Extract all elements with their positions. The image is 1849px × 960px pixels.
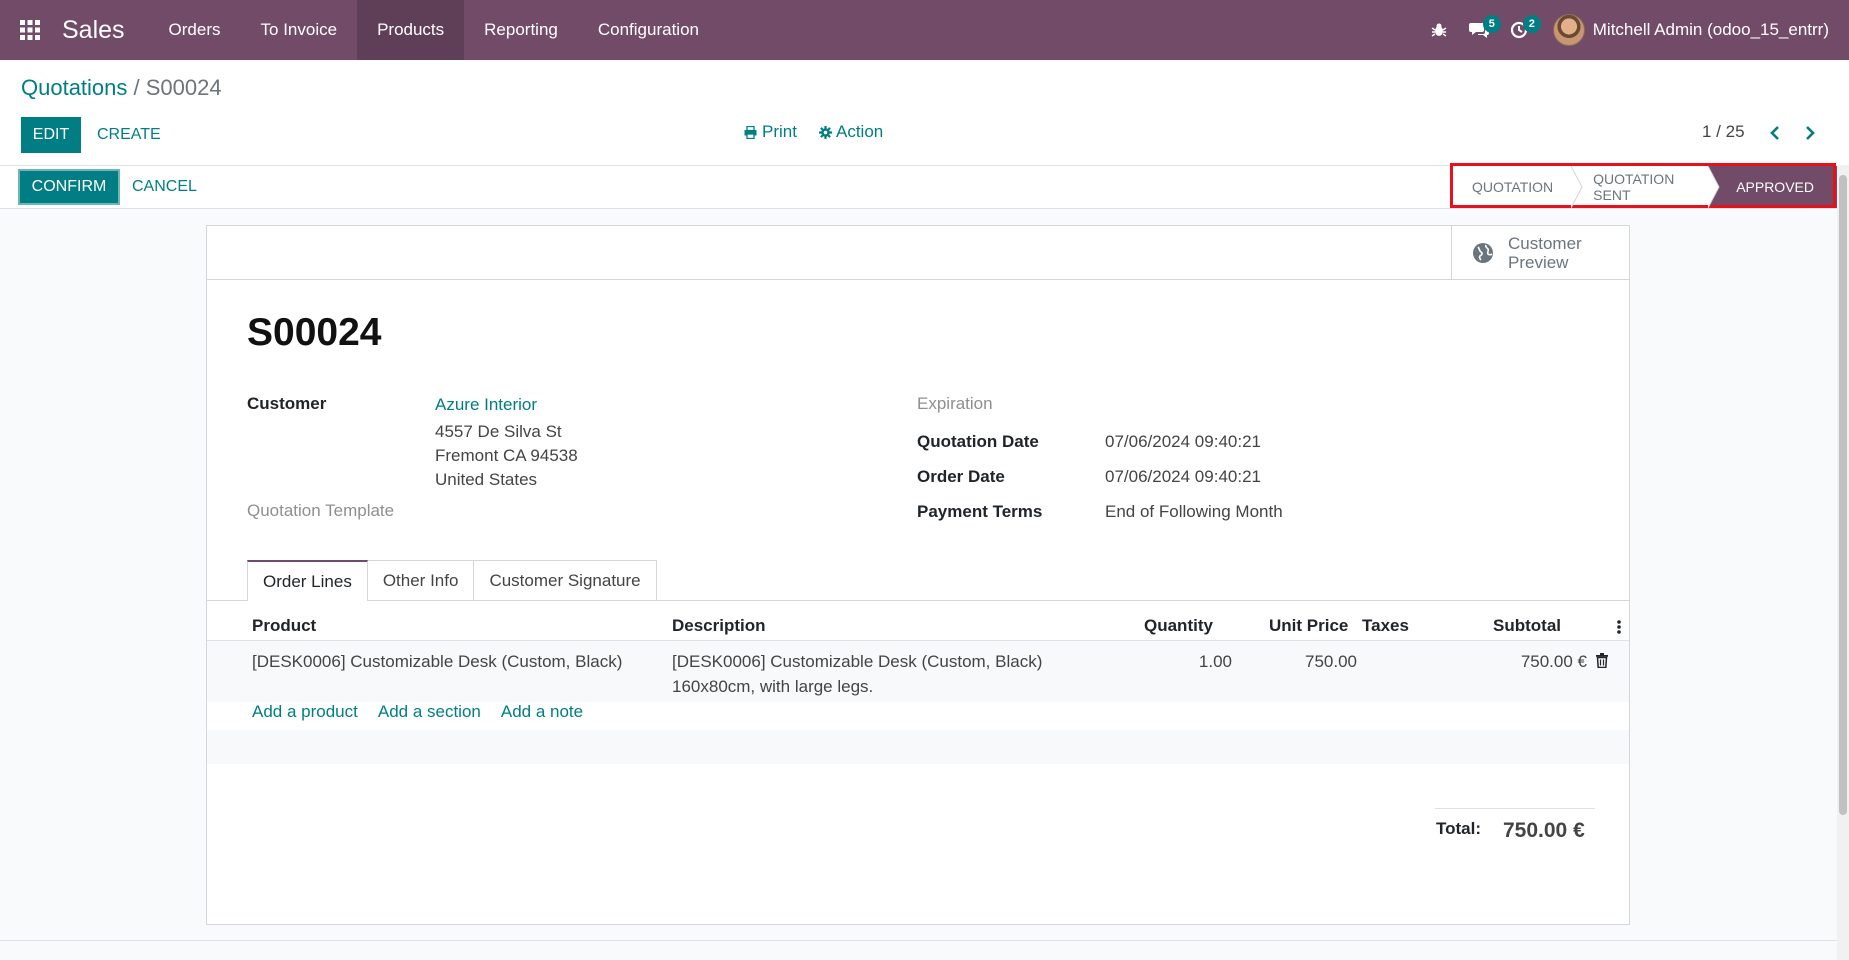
quotation-date-value: 07/06/2024 09:40:21 — [1105, 432, 1261, 451]
form-statusbar: CONFIRM CANCEL QUOTATION QUOTATION SENT … — [0, 165, 1840, 209]
menu-configuration[interactable]: Configuration — [578, 0, 719, 60]
stage-quotation[interactable]: QUOTATION — [1450, 166, 1583, 208]
total-label: Total: — [1436, 819, 1482, 838]
scrollbar-thumb[interactable] — [1839, 175, 1847, 815]
customer-preview-button[interactable]: Customer Preview — [1451, 226, 1629, 280]
stage-divider-icon — [1571, 166, 1583, 208]
menu-reporting[interactable]: Reporting — [464, 0, 578, 60]
stage-quotation-label: QUOTATION — [1472, 179, 1554, 195]
column-description[interactable]: Description — [672, 616, 766, 636]
quotation-template-label[interactable]: Quotation Template — [247, 501, 394, 521]
page-scrollbar[interactable] — [1837, 165, 1849, 960]
order-date-value: 07/06/2024 09:40:21 — [1105, 467, 1261, 486]
stage-quotation-sent[interactable]: QUOTATION SENT — [1571, 166, 1720, 208]
chatter-divider — [0, 940, 1837, 941]
pager-previous-icon[interactable] — [1762, 119, 1788, 147]
optional-columns-kebab-icon[interactable] — [1617, 619, 1625, 637]
customer-label: Customer — [247, 394, 327, 413]
customer-name-link[interactable]: Azure Interior — [435, 395, 537, 415]
order-date-label: Order Date — [917, 467, 1005, 486]
expiration-label[interactable]: Expiration — [917, 394, 993, 414]
button-box: Customer Preview — [207, 226, 1629, 280]
breadcrumb: Quotations / S00024 — [21, 75, 222, 101]
add-section-link[interactable]: Add a section — [378, 702, 481, 722]
print-label: Print — [762, 122, 797, 141]
column-subtotal[interactable]: Subtotal — [1493, 616, 1561, 636]
payment-terms-label: Payment Terms — [917, 502, 1043, 521]
address-line-2: Fremont CA 94538 — [435, 446, 578, 465]
status-stages: QUOTATION QUOTATION SENT APPROVED — [1450, 166, 1840, 208]
order-title: S00024 — [247, 311, 382, 354]
form-sheet: Customer Preview S00024 Customer Azure I… — [206, 225, 1630, 925]
column-unit-price[interactable]: Unit Price — [1269, 616, 1348, 636]
line-quantity[interactable]: 1.00 — [1187, 652, 1232, 672]
action-label: Action — [836, 122, 884, 141]
cancel-button[interactable]: CANCEL — [122, 170, 207, 204]
column-quantity[interactable]: Quantity — [1144, 616, 1213, 636]
edit-button[interactable]: EDIT — [21, 117, 81, 153]
breadcrumb-quotations[interactable]: Quotations — [21, 75, 127, 100]
column-product[interactable]: Product — [252, 616, 316, 636]
total-value: 750.00 € — [1503, 819, 1585, 842]
systray: 5 2 Mitchell Admin (odoo_15_entrr) — [1419, 0, 1849, 60]
messages-icon[interactable]: 5 — [1459, 0, 1501, 60]
line-unit-price[interactable]: 750.00 — [1297, 652, 1357, 672]
create-button[interactable]: CREATE — [87, 117, 171, 153]
pager-value[interactable]: 1 / 25 — [1702, 122, 1745, 142]
user-menu[interactable]: Mitchell Admin (odoo_15_entrr) — [1539, 0, 1849, 60]
stage-approved[interactable]: APPROVED — [1708, 166, 1840, 208]
pager-next-icon[interactable] — [1797, 119, 1823, 147]
tab-divider — [207, 600, 1629, 601]
stage-approved-label: APPROVED — [1736, 179, 1814, 195]
debug-bug-icon[interactable] — [1419, 0, 1459, 60]
empty-table-row — [207, 730, 1629, 764]
notebook-tabs: Order Lines Other Info Customer Signatur… — [247, 560, 657, 601]
gear-icon — [819, 125, 832, 139]
quotation-date-label: Quotation Date — [917, 432, 1039, 451]
address-line-3: United States — [435, 470, 538, 489]
tab-order-lines[interactable]: Order Lines — [247, 560, 368, 601]
customer-preview-label-line-2: Preview — [1508, 253, 1569, 272]
menu-orders[interactable]: Orders — [149, 0, 241, 60]
print-icon — [744, 125, 757, 139]
line-description-2[interactable]: 160x80cm, with large legs. — [672, 677, 873, 697]
customer-preview-label-line-1: Customer — [1508, 234, 1582, 253]
globe-icon — [1473, 243, 1493, 263]
line-subtotal: 750.00 € — [1520, 652, 1587, 671]
breadcrumb-separator: / — [127, 75, 146, 100]
address-line-1: 4557 De Silva St — [435, 422, 562, 441]
payment-terms-value: End of Following Month — [1105, 502, 1283, 521]
customer-preview-label: Customer Preview — [1508, 234, 1582, 272]
activities-badge: 2 — [1522, 15, 1541, 33]
activities-clock-icon[interactable]: 2 — [1499, 0, 1541, 60]
top-navbar: Sales Orders To Invoice Products Reporti… — [0, 0, 1849, 60]
add-line-links: Add a product Add a section Add a note — [252, 702, 583, 722]
delete-line-trash-icon[interactable] — [1596, 653, 1608, 673]
menu-products[interactable]: Products — [357, 0, 465, 60]
tab-customer-signature[interactable]: Customer Signature — [473, 560, 657, 600]
add-note-link[interactable]: Add a note — [501, 702, 583, 722]
avatar — [1552, 14, 1585, 46]
confirm-button[interactable]: CONFIRM — [18, 169, 120, 205]
tab-other-info[interactable]: Other Info — [366, 560, 475, 600]
stage-quotation-sent-label: QUOTATION SENT — [1593, 171, 1675, 203]
column-taxes[interactable]: Taxes — [1362, 616, 1409, 636]
line-product[interactable]: [DESK0006] Customizable Desk (Custom, Bl… — [252, 652, 622, 672]
breadcrumb-current: S00024 — [145, 75, 222, 100]
user-name: Mitchell Admin (odoo_15_entrr) — [1592, 20, 1829, 39]
print-button[interactable]: Print — [744, 122, 797, 142]
action-button[interactable]: Action — [819, 122, 883, 142]
stage-divider-icon — [1708, 166, 1720, 208]
app-name[interactable]: Sales — [60, 16, 149, 45]
line-description-1[interactable]: [DESK0006] Customizable Desk (Custom, Bl… — [672, 652, 1042, 672]
total-divider — [1435, 808, 1595, 809]
add-product-link[interactable]: Add a product — [252, 702, 358, 722]
menu-to-invoice[interactable]: To Invoice — [241, 0, 358, 60]
apps-menu-icon[interactable] — [0, 0, 60, 60]
